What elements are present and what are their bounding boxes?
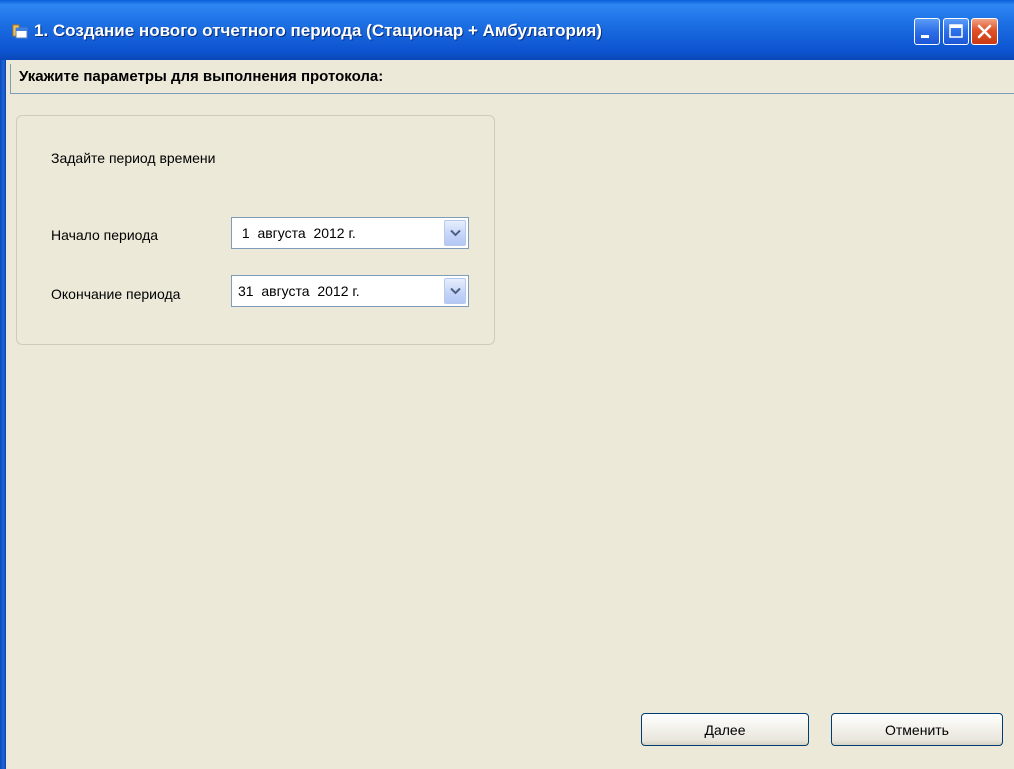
next-button[interactable]: Далее bbox=[641, 713, 809, 746]
app-window-icon[interactable] bbox=[12, 23, 28, 39]
end-date-dropdown-button[interactable] bbox=[444, 278, 466, 304]
chevron-down-icon bbox=[450, 287, 461, 295]
period-groupbox: Задайте период времени Начало периода 1 … bbox=[16, 115, 495, 345]
start-date-dropdown-button[interactable] bbox=[444, 220, 466, 246]
instruction-header: Укажите параметры для выполнения протоко… bbox=[10, 64, 1014, 94]
start-date-picker[interactable]: 1 августа 2012 г. bbox=[231, 217, 469, 249]
end-period-label: Окончание периода bbox=[51, 286, 181, 302]
minimize-button[interactable] bbox=[914, 18, 940, 45]
window-frame-left bbox=[0, 60, 6, 769]
start-period-label: Начало периода bbox=[51, 227, 159, 243]
maximize-button[interactable] bbox=[943, 18, 969, 45]
instruction-text: Укажите параметры для выполнения протоко… bbox=[19, 68, 384, 85]
dialog-window: 1. Создание нового отчетного периода (Ст… bbox=[0, 0, 1014, 769]
title-bar[interactable]: 1. Создание нового отчетного периода (Ст… bbox=[0, 0, 1014, 60]
start-date-value: 1 августа 2012 г. bbox=[238, 225, 356, 241]
period-caption: Задайте период времени bbox=[51, 150, 216, 166]
maximize-icon bbox=[949, 24, 963, 38]
close-icon bbox=[977, 24, 992, 39]
end-date-picker[interactable]: 31 августа 2012 г. bbox=[231, 275, 469, 307]
cancel-button[interactable]: Отменить bbox=[831, 713, 1003, 746]
close-button[interactable] bbox=[971, 18, 998, 45]
chevron-down-icon bbox=[450, 229, 461, 237]
window-title: 1. Создание нового отчетного периода (Ст… bbox=[34, 21, 602, 40]
minimize-icon bbox=[921, 35, 929, 38]
end-date-value: 31 августа 2012 г. bbox=[238, 283, 360, 299]
